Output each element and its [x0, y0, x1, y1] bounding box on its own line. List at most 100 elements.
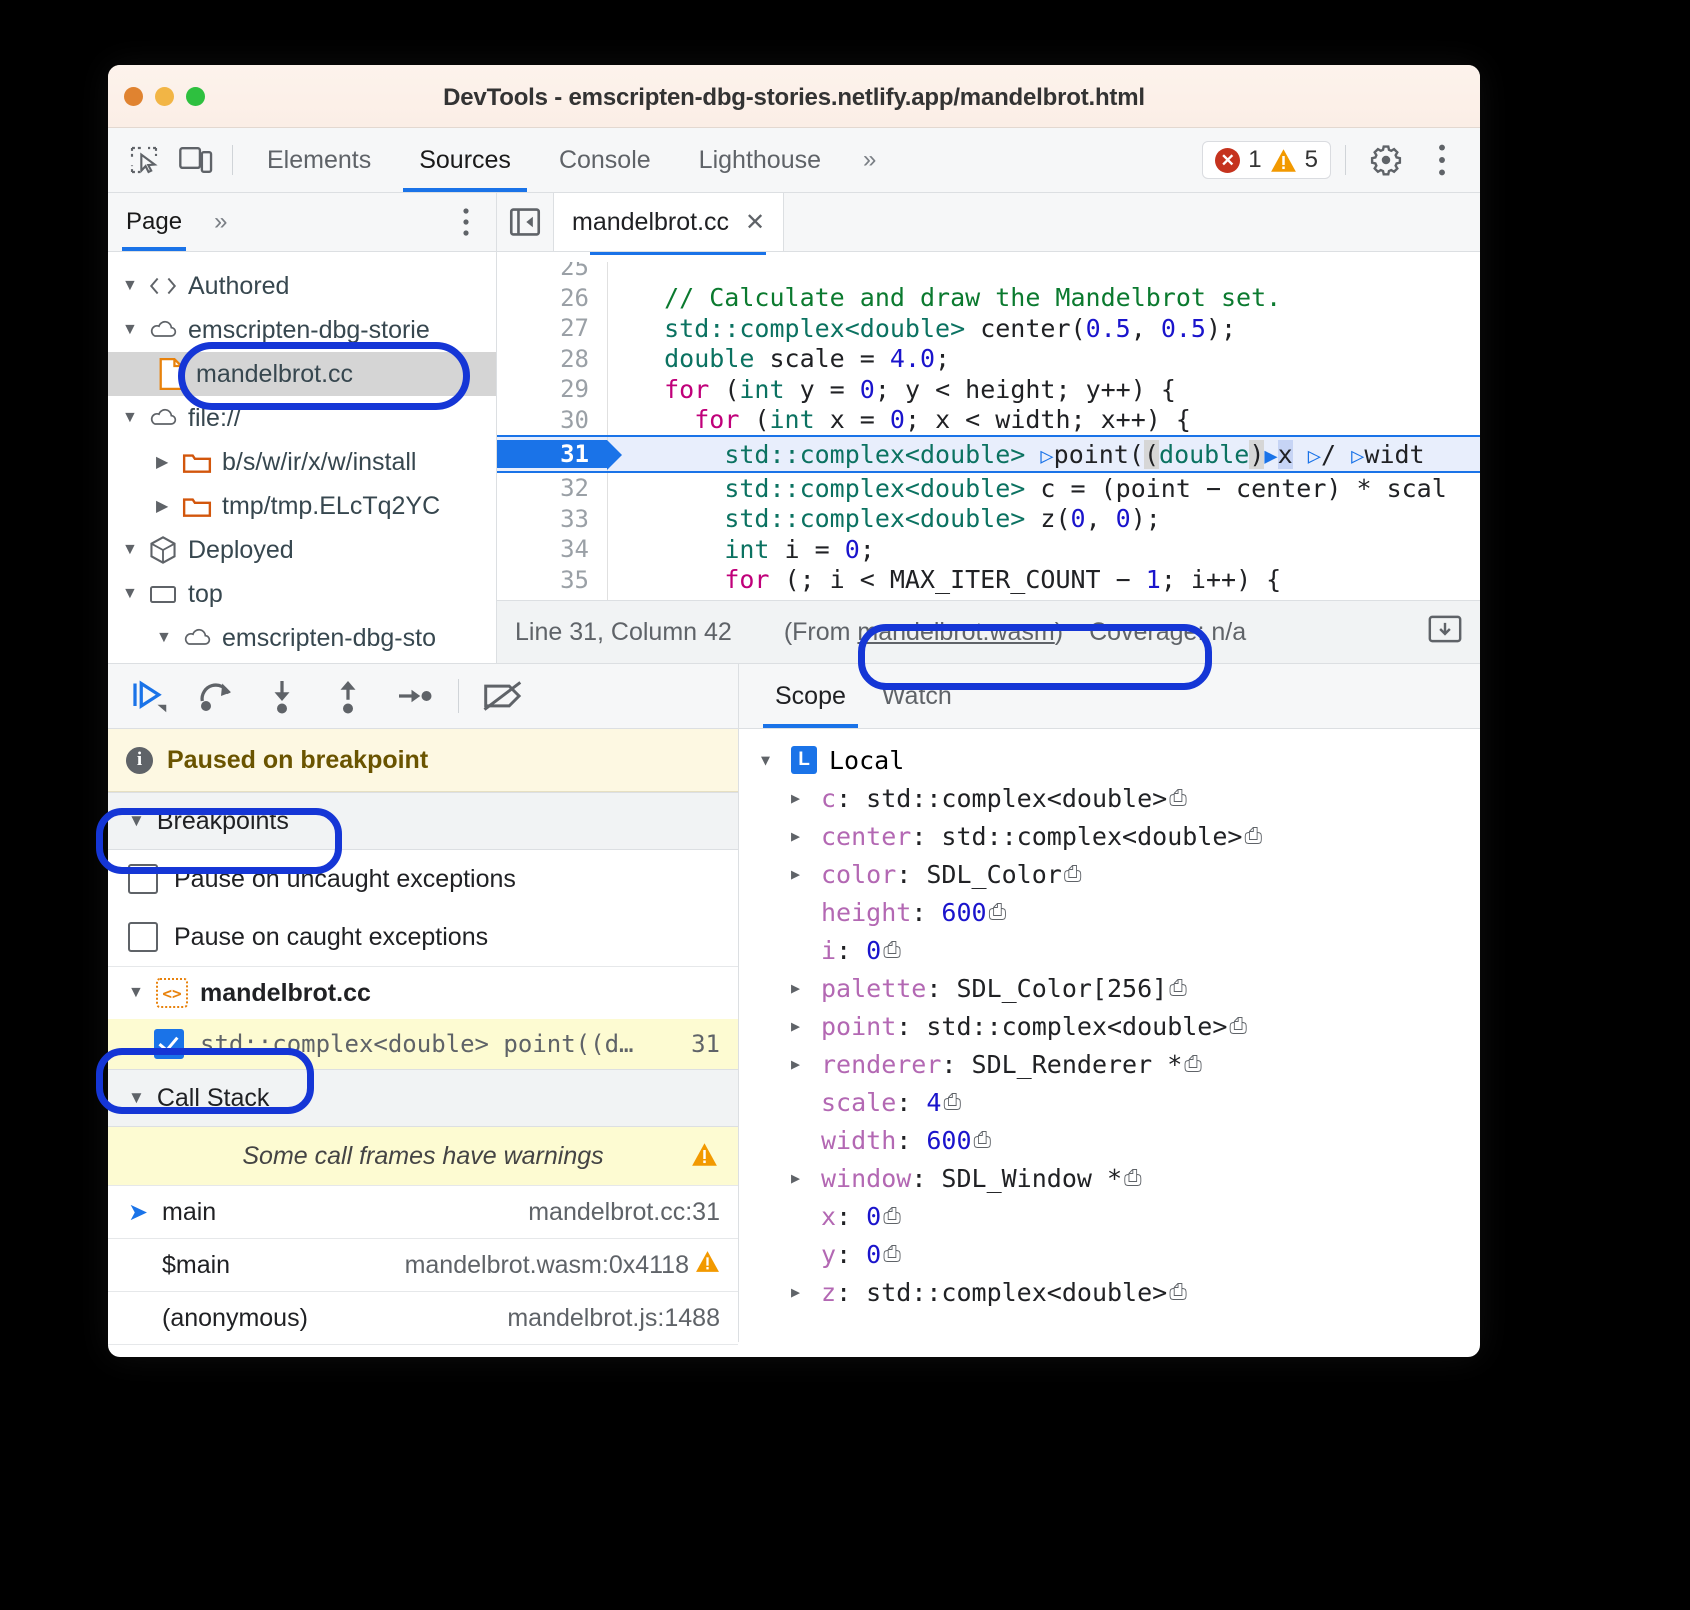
chevron-right-icon[interactable]: ▶: [791, 979, 821, 997]
issue-counters[interactable]: ✕ 1 5: [1202, 141, 1331, 179]
memory-inspector-icon[interactable]: ⎙: [989, 900, 1007, 925]
scope-variable-row[interactable]: height: 600⎙: [739, 893, 1480, 931]
scope-variable-row[interactable]: ▶ palette: SDL_Color[256]⎙: [739, 969, 1480, 1007]
memory-inspector-icon[interactable]: ⎙: [1244, 824, 1262, 849]
memory-inspector-icon[interactable]: ⎙: [1064, 862, 1082, 887]
tab-elements[interactable]: Elements: [243, 128, 395, 192]
scope-variable-row[interactable]: scale: 4⎙: [739, 1083, 1480, 1121]
call-frame-row[interactable]: ➤ main mandelbrot.cc:31: [108, 1186, 738, 1239]
pause-uncaught-checkbox[interactable]: [128, 864, 158, 894]
code-viewer[interactable]: 25 26 // Calculate and draw the Mandelbr…: [497, 252, 1480, 600]
kebab-menu-icon[interactable]: [1416, 134, 1468, 186]
memory-inspector-icon[interactable]: ⎙: [883, 1204, 901, 1229]
call-frame-row[interactable]: (anonymous) mandelbrot.js:1488: [108, 1292, 738, 1345]
scope-variable-row[interactable]: i: 0⎙: [739, 931, 1480, 969]
variable-name: window: [821, 1164, 911, 1193]
memory-inspector-icon[interactable]: ⎙: [1169, 976, 1187, 1001]
chevron-down-icon[interactable]: ▼: [128, 984, 144, 1002]
chevron-right-icon[interactable]: ▶: [791, 827, 821, 845]
chevron-right-icon[interactable]: ▶: [791, 1283, 821, 1301]
chevron-down-icon[interactable]: ▼: [128, 1088, 145, 1108]
tree-item-authored[interactable]: ▼ Authored: [108, 264, 496, 308]
call-frame-row[interactable]: $main mandelbrot.wasm:0x4118: [108, 1239, 738, 1292]
pause-uncaught-exceptions-row[interactable]: Pause on uncaught exceptions: [108, 850, 738, 908]
chevron-right-icon[interactable]: ▶: [791, 1017, 821, 1035]
chevron-right-icon[interactable]: ▶: [156, 452, 172, 472]
format-code-icon[interactable]: [1428, 614, 1462, 651]
breakpoint-item[interactable]: std::complex<double> point((d… 31: [108, 1019, 738, 1069]
device-toolbar-icon[interactable]: [170, 134, 222, 186]
tab-page[interactable]: Page: [108, 193, 196, 251]
scope-variable-row[interactable]: ▶ z: std::complex<double>⎙: [739, 1273, 1480, 1311]
scope-variable-row[interactable]: ▶ center: std::complex<double>⎙: [739, 817, 1480, 855]
gear-icon[interactable]: [1360, 134, 1412, 186]
pause-caught-checkbox[interactable]: [128, 922, 158, 952]
tree-item-emscripten-deployed[interactable]: ▼ emscripten-dbg-sto: [108, 616, 496, 660]
tab-sources[interactable]: Sources: [395, 128, 535, 192]
tab-watch[interactable]: Watch: [864, 664, 970, 728]
call-stack-section-header[interactable]: ▼ Call Stack: [108, 1069, 738, 1127]
editor-tab-mandelbrot-cc[interactable]: mandelbrot.cc ✕: [553, 193, 784, 251]
chevron-down-icon[interactable]: ▼: [761, 751, 791, 769]
scope-variable-row[interactable]: x: 0⎙: [739, 1197, 1480, 1235]
chevron-right-icon[interactable]: ▶: [791, 865, 821, 883]
scope-variable-row[interactable]: width: 600⎙: [739, 1121, 1480, 1159]
inspect-element-icon[interactable]: [118, 134, 170, 186]
wasm-source-link[interactable]: mandelbrot.wasm: [857, 618, 1054, 646]
chevron-down-icon[interactable]: ▼: [122, 541, 138, 559]
call-frame-row[interactable]: callMain mandelbrot.js:9256: [108, 1345, 738, 1357]
pause-caught-exceptions-row[interactable]: Pause on caught exceptions: [108, 908, 738, 966]
step-out-icon[interactable]: [320, 668, 376, 724]
tree-item-tmp-folder[interactable]: ▶ tmp/tmp.ELcTq2YC: [108, 484, 496, 528]
tab-console[interactable]: Console: [535, 128, 675, 192]
tree-item-deployed[interactable]: ▼ Deployed: [108, 528, 496, 572]
scope-variable-row[interactable]: ▶ color: SDL_Color⎙: [739, 855, 1480, 893]
collapse-sidebar-icon[interactable]: [497, 205, 553, 239]
memory-inspector-icon[interactable]: ⎙: [943, 1090, 961, 1115]
navigator-more-icon[interactable]: »: [196, 193, 241, 251]
scope-variable-row[interactable]: ▶ point: std::complex<double>⎙: [739, 1007, 1480, 1045]
more-tabs-icon[interactable]: »: [845, 128, 890, 192]
chevron-down-icon[interactable]: ▼: [156, 629, 172, 647]
tree-item-install-folder[interactable]: ▶ b/s/w/ir/x/w/install: [108, 440, 496, 484]
step-over-icon[interactable]: [188, 668, 244, 724]
breakpoint-crossed-icon[interactable]: [475, 668, 531, 724]
scope-root-local[interactable]: ▼ L Local: [739, 741, 1480, 779]
memory-inspector-icon[interactable]: ⎙: [1169, 1280, 1187, 1305]
navigator-menu-icon[interactable]: [460, 207, 472, 242]
scope-variable-row[interactable]: ▶ renderer: SDL_Renderer *⎙: [739, 1045, 1480, 1083]
step-icon[interactable]: [386, 668, 442, 724]
chevron-down-icon[interactable]: ▼: [128, 811, 145, 831]
mandelbrot-cc-tree-item[interactable]: mandelbrot.cc: [108, 352, 496, 396]
tree-item-emscripten-host[interactable]: ▼ emscripten-dbg-storie: [108, 308, 496, 352]
memory-inspector-icon[interactable]: ⎙: [883, 938, 901, 963]
chevron-down-icon[interactable]: ▼: [122, 409, 138, 427]
chevron-right-icon[interactable]: ▶: [791, 1055, 821, 1073]
memory-inspector-icon[interactable]: ⎙: [1169, 786, 1187, 811]
breakpoint-group-mandelbrot-cc[interactable]: ▼ <> mandelbrot.cc: [108, 966, 738, 1019]
memory-inspector-icon[interactable]: ⎙: [883, 1242, 901, 1267]
scope-variable-row[interactable]: ▶ c: std::complex<double>⎙: [739, 779, 1480, 817]
tab-lighthouse[interactable]: Lighthouse: [675, 128, 845, 192]
chevron-down-icon[interactable]: ▼: [122, 277, 138, 295]
memory-inspector-icon[interactable]: ⎙: [974, 1128, 992, 1153]
chevron-right-icon[interactable]: ▶: [791, 1169, 821, 1187]
chevron-down-icon[interactable]: ▼: [122, 321, 138, 339]
tree-item-top-frame[interactable]: ▼ top: [108, 572, 496, 616]
tree-item-file-scheme[interactable]: ▼ file://: [108, 396, 496, 440]
breakpoint-enabled-checkbox[interactable]: [154, 1029, 184, 1059]
close-icon[interactable]: ✕: [745, 208, 765, 237]
scope-variable-row[interactable]: y: 0⎙: [739, 1235, 1480, 1273]
breakpoints-section-header[interactable]: ▼ Breakpoints: [108, 792, 738, 850]
memory-inspector-icon[interactable]: ⎙: [1184, 1052, 1202, 1077]
step-into-icon[interactable]: [254, 668, 310, 724]
chevron-down-icon[interactable]: ▼: [122, 585, 138, 603]
from-mandelbrot-wasm-status[interactable]: (From mandelbrot.wasm): [758, 618, 1089, 647]
chevron-right-icon[interactable]: ▶: [791, 789, 821, 807]
resume-script-icon[interactable]: [122, 668, 178, 724]
chevron-right-icon[interactable]: ▶: [156, 496, 172, 516]
tab-scope[interactable]: Scope: [757, 664, 864, 728]
memory-inspector-icon[interactable]: ⎙: [1229, 1014, 1247, 1039]
memory-inspector-icon[interactable]: ⎙: [1124, 1166, 1142, 1191]
scope-variable-row[interactable]: ▶ window: SDL_Window *⎙: [739, 1159, 1480, 1197]
